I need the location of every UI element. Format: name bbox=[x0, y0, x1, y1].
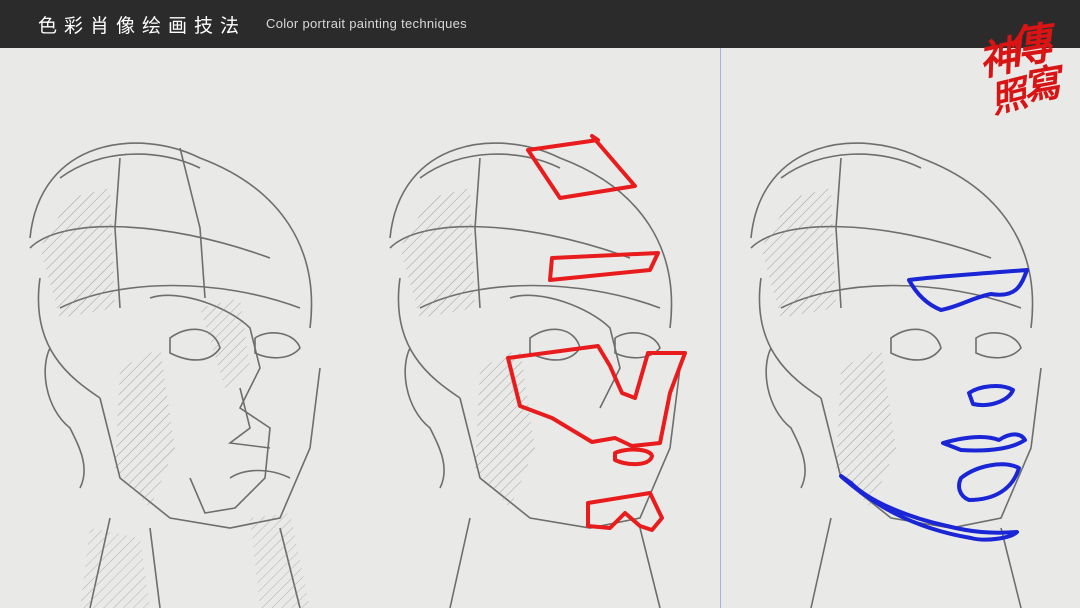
page-title-chinese: 色彩肖像绘画技法 bbox=[38, 15, 247, 37]
calligraphy-seal: 傳 神 寫 照 bbox=[972, 10, 1072, 128]
header-bar: 色彩肖像绘画技法 Color portrait painting techniq… bbox=[0, 0, 1080, 48]
head-sketch-1 bbox=[29, 142, 321, 608]
head-sketch-2 bbox=[389, 134, 687, 608]
panel-highlight-planes bbox=[360, 48, 720, 608]
panel-reference-sketch bbox=[0, 48, 360, 608]
head-sketch-3 bbox=[750, 142, 1042, 608]
highlight-overlays bbox=[506, 134, 687, 532]
illustration-panels bbox=[0, 48, 1080, 608]
panel-shadow-planes bbox=[720, 48, 1080, 608]
page-title-english: Color portrait painting techniques bbox=[266, 16, 467, 31]
